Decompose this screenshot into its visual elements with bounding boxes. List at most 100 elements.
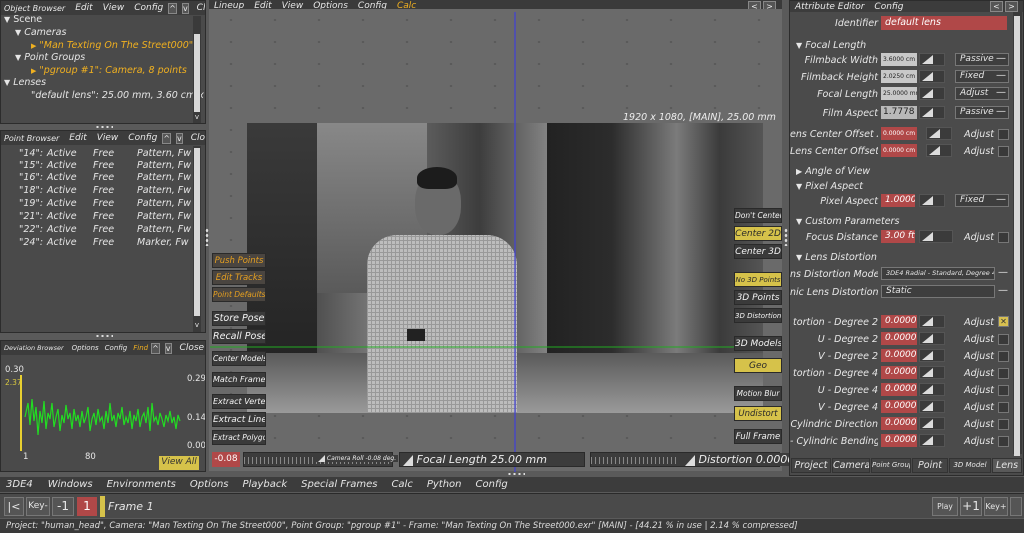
distortion-row-slider[interactable] (919, 417, 945, 430)
lens-center-x-field[interactable]: 0.0000 cm (881, 127, 917, 140)
dropdown-icon[interactable]: — (995, 106, 1007, 119)
3d-models-button[interactable]: 3D Models (734, 336, 782, 351)
extract-vertex-button[interactable]: Extract Vertex (212, 394, 266, 409)
dropdown-icon[interactable]: — (997, 267, 1009, 280)
no-3d-points-button[interactable]: No 3D Points (734, 272, 782, 287)
distortion-row-slider[interactable] (919, 383, 945, 396)
lens-center-x-checkbox[interactable] (998, 129, 1009, 140)
3d-points-button[interactable]: 3D Points (734, 290, 782, 305)
distortion-row-checkbox[interactable]: ✕ (998, 316, 1009, 327)
distortion-row-slider[interactable] (919, 332, 945, 345)
key-forward-button[interactable]: Key+ (984, 497, 1008, 516)
distortion-row-field[interactable]: 0.0000 (881, 434, 917, 447)
timeline-cursor[interactable] (100, 496, 105, 517)
scrollbar-thumb[interactable] (1014, 16, 1020, 456)
distortion-row-field[interactable]: 0.0000 (881, 349, 917, 362)
pixel-aspect-slider[interactable] (919, 194, 945, 207)
filmback-width-slider[interactable] (919, 53, 945, 66)
dropdown-icon[interactable]: — (995, 70, 1007, 83)
distortion-row-field[interactable]: 0.0000 (881, 332, 917, 345)
match-frame-button[interactable]: Match Frame (212, 372, 266, 387)
play-button[interactable]: Play > (932, 497, 958, 528)
filmback-height-field[interactable]: 2.0250 cm (881, 70, 917, 83)
distortion-row-slider[interactable] (919, 400, 945, 413)
lens-center-y-slider[interactable] (926, 144, 952, 157)
distortion-row-checkbox[interactable] (998, 334, 1009, 345)
film-aspect-slider[interactable] (919, 106, 945, 119)
distortion-row-checkbox[interactable] (998, 368, 1009, 379)
menu-playback[interactable]: Playback (243, 479, 288, 490)
menu-options[interactable]: Options (190, 479, 229, 490)
plus-one-button[interactable]: +1 (960, 497, 982, 516)
right-splitter-handle[interactable] (784, 228, 788, 246)
dropdown-icon[interactable]: — (995, 87, 1007, 100)
motion-blur-button[interactable]: Motion Blur (734, 386, 782, 401)
menu-windows[interactable]: Windows (48, 479, 93, 490)
angle-of-view-section[interactable]: ▶ Angle of View (796, 166, 870, 177)
lens-center-y-field[interactable]: 0.0000 cm (881, 144, 917, 157)
tab-lens[interactable]: Lens (992, 458, 1022, 473)
distortion-row-field[interactable]: 0.0000 (881, 400, 917, 413)
lens-distortion-section[interactable]: ▼ Lens Distortion (796, 252, 877, 263)
filmback-height-slider[interactable] (919, 70, 945, 83)
tab-project[interactable]: Project (791, 458, 831, 473)
pixel-aspect-field[interactable]: 1.0000 (881, 194, 915, 207)
distortion-row-checkbox[interactable] (998, 385, 1009, 396)
attribute-editor-scrollbar[interactable] (1013, 12, 1022, 456)
menu-calc[interactable]: Calc (391, 479, 412, 490)
dynamic-distortion-dropdown[interactable]: Static (881, 285, 995, 298)
center-2d-button[interactable]: Center 2D (734, 226, 782, 241)
left-splitter-handle[interactable] (205, 228, 209, 246)
store-pose-button[interactable]: Store Pose (212, 311, 266, 326)
focus-distance-field[interactable]: 3.00 ft (881, 230, 915, 243)
go-to-end-button[interactable] (1010, 497, 1022, 516)
menu-config[interactable]: Config (874, 2, 903, 12)
distortion-row-checkbox[interactable] (998, 351, 1009, 362)
recall-pose-button[interactable]: Recall Pose (212, 329, 266, 344)
distortion-row-field[interactable]: 0.0000 (881, 366, 917, 379)
lens-center-y-checkbox[interactable] (998, 146, 1009, 157)
go-to-start-button[interactable]: |< (4, 497, 24, 516)
center-models-button[interactable]: Center Models (212, 351, 266, 366)
menu-config[interactable]: Config (476, 479, 508, 490)
right-arrow-icon[interactable]: > (1005, 1, 1018, 12)
tab-3d-model[interactable]: 3D Model (949, 458, 991, 473)
collapse-arrow-icon[interactable]: ▼ (796, 253, 802, 262)
focal-length-section[interactable]: ▼ Focal Length (796, 40, 866, 51)
custom-parameters-section[interactable]: ▼ Custom Parameters (796, 216, 899, 227)
distortion-row-checkbox[interactable] (998, 436, 1009, 447)
minus-one-button[interactable]: -1 (52, 497, 74, 516)
dont-center-button[interactable]: Don't Center (734, 208, 782, 223)
current-frame-field[interactable]: 1 (77, 497, 97, 516)
distortion-row-field[interactable]: 0.0000 (881, 383, 917, 396)
distortion-row-slider[interactable] (919, 366, 945, 379)
distortion-row-field[interactable]: 0.0000 (881, 315, 917, 328)
distortion-row-field[interactable]: 0.0000 (881, 417, 917, 430)
expand-arrow-icon[interactable]: ▶ (796, 167, 802, 176)
value-field[interactable]: -0.08 (212, 452, 240, 467)
distortion-row-slider[interactable] (919, 434, 945, 447)
identifier-field[interactable]: default lens (881, 16, 1007, 30)
extract-line-button[interactable]: Extract Line (212, 412, 266, 427)
collapse-arrow-icon[interactable]: ▼ (796, 182, 802, 191)
distortion-row-checkbox[interactable] (998, 402, 1009, 413)
viewport-bottom-handle[interactable] (507, 472, 525, 476)
focus-distance-checkbox[interactable] (998, 232, 1009, 243)
filmback-width-field[interactable]: 3.6000 cm (881, 53, 917, 66)
camera-roll-slider[interactable]: Camera Roll -0.08 deg. (243, 452, 399, 467)
tab-camera[interactable]: Camera (832, 458, 870, 473)
undistort-button[interactable]: Undistort (734, 406, 782, 421)
distortion-row-checkbox[interactable] (998, 419, 1009, 430)
focus-distance-slider[interactable] (919, 230, 953, 243)
collapse-arrow-icon[interactable]: ▼ (796, 217, 802, 226)
distortion-row-slider[interactable] (919, 349, 945, 362)
dropdown-icon[interactable]: — (995, 53, 1007, 66)
key-back-button[interactable]: Key- (26, 497, 50, 516)
collapse-arrow-icon[interactable]: ▼ (796, 41, 802, 50)
distortion-row-slider[interactable] (919, 315, 945, 328)
film-aspect-field[interactable]: 1.7778 (881, 106, 917, 119)
distortion-slider[interactable]: Distortion 0.0000 (590, 452, 795, 467)
left-arrow-icon[interactable]: < (990, 1, 1003, 12)
3d-distortion-button[interactable]: 3D Distortion (734, 308, 782, 323)
push-points-button[interactable]: Push Points (212, 253, 266, 268)
